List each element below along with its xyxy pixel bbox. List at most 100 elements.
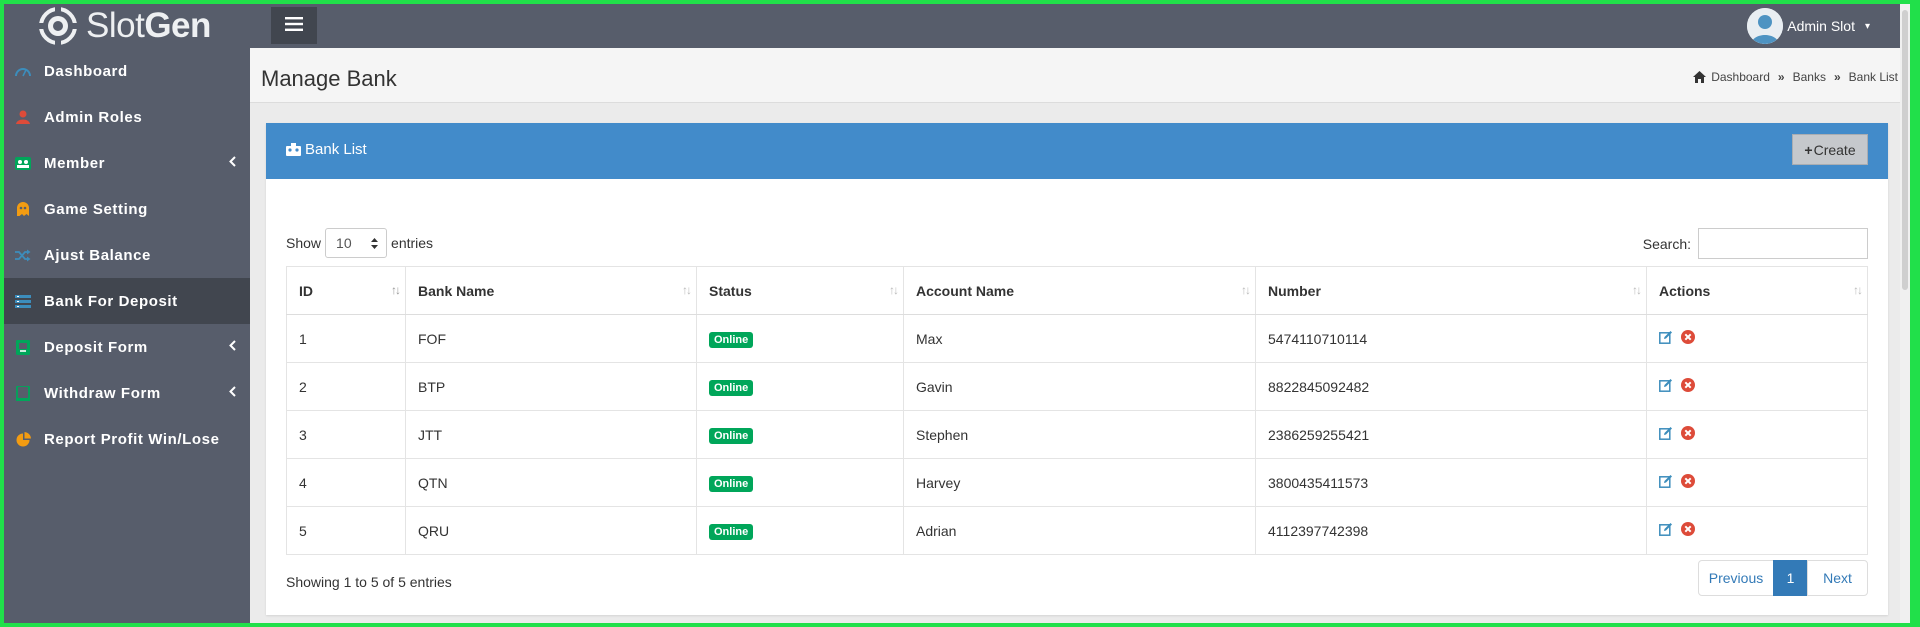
table-row: 2 BTP Online Gavin 8822845092482 (286, 362, 1868, 411)
sidebar-item-label: Game Setting (44, 200, 148, 218)
breadcrumb-separator: » (1833, 70, 1841, 84)
cell-bank-name: FOF (405, 314, 697, 363)
sidebar-item-game-setting[interactable]: Game Setting (4, 186, 250, 232)
sidebar-item-deposit-form[interactable]: Deposit Form (4, 324, 250, 370)
sort-icon: ↑↓ (1241, 283, 1251, 297)
breadcrumb-item-banks[interactable]: Banks (1793, 70, 1826, 84)
cell-status: Online (696, 314, 904, 363)
scrollbar-thumb[interactable] (1902, 10, 1908, 290)
sidebar-item-member[interactable]: Member (4, 140, 250, 186)
cell-id: 3 (286, 410, 406, 459)
hamburger-icon (285, 17, 303, 34)
caret-down-icon: ▾ (1864, 20, 1870, 32)
column-header-number[interactable]: Number ↑↓ (1255, 266, 1647, 315)
edit-icon[interactable] (1659, 426, 1673, 443)
page-length-select[interactable]: 10 (325, 228, 388, 258)
sidebar-item-admin-roles[interactable]: Admin Roles (4, 94, 250, 140)
bank-icon (286, 143, 301, 156)
next-page-button[interactable]: Next (1807, 560, 1868, 596)
box-title: Bank List (286, 141, 367, 158)
app-frame: SlotGen Admin Slot ▾ Dashboard Admin Rol… (4, 4, 1910, 623)
bank-table: ID ↑↓ Bank Name ↑↓ Status ↑↓ Account Name ↑↓… (286, 266, 1868, 555)
page-length-value: 10 (336, 235, 352, 251)
avatar (1747, 8, 1784, 44)
user-menu[interactable]: Admin Slot ▾ (1747, 6, 1870, 46)
dashboard-icon (14, 63, 32, 79)
sidebar-item-report-profit[interactable]: Report Profit Win/Lose (4, 416, 250, 462)
table-row: 4 QTN Online Harvey 3800435411573 (286, 458, 1868, 507)
column-header-actions[interactable]: Actions ↑↓ (1646, 266, 1868, 315)
pie-chart-icon (14, 431, 32, 447)
page-title: Manage Bank (261, 66, 397, 91)
column-header-bank-name[interactable]: Bank Name ↑↓ (405, 266, 697, 315)
cell-status: Online (696, 410, 904, 459)
column-header-label: Account Name (916, 282, 1015, 299)
sidebar-item-withdraw-form[interactable]: Withdraw Form (4, 370, 250, 416)
column-header-id[interactable]: ID ↑↓ (286, 266, 406, 315)
chevron-left-icon (229, 385, 236, 400)
top-navbar: SlotGen Admin Slot ▾ (4, 4, 1910, 48)
sidebar-toggle-button[interactable] (271, 7, 317, 44)
sidebar-item-label: Withdraw Form (44, 384, 161, 402)
cell-id: 1 (286, 314, 406, 363)
content-header: Manage Bank Dashboard » Banks » Bank Lis… (250, 48, 1910, 103)
sort-arrows-icon (371, 237, 379, 249)
pagination: Previous 1 Next (1698, 560, 1868, 596)
edit-icon[interactable] (1659, 378, 1673, 395)
create-button[interactable]: + Create (1792, 134, 1868, 165)
column-header-status[interactable]: Status ↑↓ (696, 266, 904, 315)
breadcrumb-item-dashboard[interactable]: Dashboard (1711, 70, 1770, 84)
sidebar-item-label: Ajust Balance (44, 246, 151, 264)
column-header-label: ID (299, 282, 313, 299)
cell-status: Online (696, 458, 904, 507)
status-badge: Online (709, 379, 754, 396)
column-header-account-name[interactable]: Account Name ↑↓ (903, 266, 1256, 315)
sidebar-item-label: Admin Roles (44, 108, 143, 126)
logo-text: SlotGen (86, 6, 211, 46)
cell-id: 5 (286, 506, 406, 555)
delete-icon[interactable] (1680, 330, 1695, 347)
sort-icon: ↑↓ (1853, 283, 1863, 297)
cell-account-name: Harvey (903, 458, 1256, 507)
sidebar-item-dashboard[interactable]: Dashboard (4, 48, 250, 94)
previous-page-button[interactable]: Previous (1698, 560, 1774, 596)
logo[interactable]: SlotGen (4, 4, 250, 48)
bank-list-icon (14, 293, 32, 309)
edit-icon[interactable] (1659, 330, 1673, 347)
logo-chip-icon (38, 6, 84, 46)
table-row: 3 JTT Online Stephen 2386259255421 (286, 410, 1868, 459)
page-button-1[interactable]: 1 (1773, 560, 1808, 596)
sidebar-item-label: Dashboard (44, 62, 128, 80)
breadcrumb: Dashboard » Banks » Bank List (1693, 70, 1898, 84)
cell-actions (1646, 362, 1868, 411)
search-input[interactable] (1698, 228, 1868, 259)
edit-icon[interactable] (1659, 522, 1673, 539)
cell-account-name: Gavin (903, 362, 1256, 411)
status-badge: Online (709, 475, 754, 492)
search-control: Search: (1643, 228, 1868, 259)
delete-icon[interactable] (1680, 474, 1695, 491)
create-button-label: Create (1813, 141, 1856, 158)
box-header: Bank List + Create (266, 123, 1888, 179)
sort-icon: ↑↓ (1632, 283, 1642, 297)
page-length-control: Show 10 entries (286, 228, 433, 258)
user-name: Admin Slot (1787, 18, 1855, 34)
cell-bank-name: QTN (405, 458, 697, 507)
cell-actions (1646, 506, 1868, 555)
delete-icon[interactable] (1680, 378, 1695, 395)
sidebar-item-bank-for-deposit[interactable]: Bank For Deposit (4, 278, 250, 324)
sidebar: Dashboard Admin Roles Member Game Settin… (4, 48, 250, 623)
vertical-scrollbar[interactable] (1900, 4, 1910, 623)
cell-number: 5474110710114 (1255, 314, 1647, 363)
gamepad-icon (14, 201, 32, 217)
delete-icon[interactable] (1680, 426, 1695, 443)
edit-icon[interactable] (1659, 474, 1673, 491)
cell-status: Online (696, 506, 904, 555)
table-row: 5 QRU Online Adrian 4112397742398 (286, 506, 1868, 555)
cell-bank-name: QRU (405, 506, 697, 555)
box-title-text: Bank List (305, 141, 367, 158)
sidebar-item-ajust-balance[interactable]: Ajust Balance (4, 232, 250, 278)
delete-icon[interactable] (1680, 522, 1695, 539)
status-badge: Online (709, 427, 754, 444)
breadcrumb-separator: » (1777, 70, 1785, 84)
